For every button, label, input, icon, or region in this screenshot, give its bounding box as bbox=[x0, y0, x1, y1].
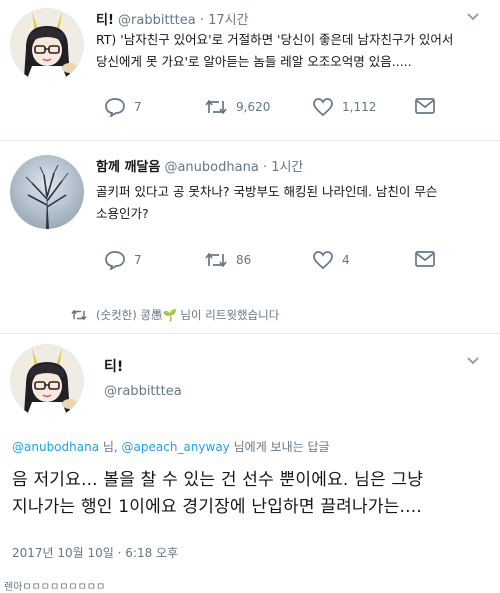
display-name[interactable]: 티! bbox=[96, 13, 114, 28]
tweet-actions: 7 86 4 bbox=[104, 250, 484, 274]
mention-link[interactable]: @apeach_anyway bbox=[122, 440, 230, 454]
reply-icon bbox=[105, 251, 125, 270]
dm-button[interactable] bbox=[414, 97, 436, 115]
dm-button[interactable] bbox=[414, 250, 436, 268]
time-ago[interactable]: · 17시간 bbox=[200, 13, 249, 28]
tweet-text-line: 음 저기요... 볼을 찰 수 있는 건 선수 뿐이에요. 님은 그냥 bbox=[12, 470, 424, 490]
main-tweet: 티! @rabbitttea @anubodhana 님, @apeach_an… bbox=[0, 334, 500, 593]
display-name[interactable]: 티! bbox=[104, 356, 123, 376]
retweet-button[interactable]: 86 bbox=[204, 250, 251, 270]
like-button[interactable]: 4 bbox=[312, 250, 350, 270]
handle[interactable]: @rabbitttea bbox=[104, 384, 182, 399]
timestamp[interactable]: 2017년 10월 10일 · 6:18 오후 bbox=[12, 544, 178, 561]
retweet-icon bbox=[205, 252, 227, 268]
handle[interactable]: @rabbitttea bbox=[118, 13, 196, 28]
anime-girl-avatar-icon bbox=[10, 8, 84, 82]
tweet-text-line: 골키퍼 있다고 공 못차나? 국방부도 해킹된 나라인데. 남친이 무슨 bbox=[96, 184, 438, 199]
tweet-text: RT) '남자친구 있어요'로 거절하면 '당신이 좋은데 남자친구가 있어서 … bbox=[96, 29, 491, 73]
heart-icon bbox=[313, 251, 333, 270]
envelope-icon bbox=[415, 251, 435, 267]
tweet-text: 골키퍼 있다고 공 못차나? 국방부도 해킹된 나라인데. 남친이 무슨 소용인… bbox=[96, 181, 491, 225]
tweet-rabbitttea: 티! @rabbitttea · 17시간 RT) '남자친구 있어요'로 거절… bbox=[0, 0, 500, 140]
envelope-icon bbox=[415, 98, 435, 114]
retweeted-by-note[interactable]: (숫컷한) 콩愚🌱 님이 리트윗했습니다 bbox=[70, 307, 279, 323]
retweet-count: 9,620 bbox=[236, 100, 271, 114]
anime-girl-avatar-icon bbox=[10, 344, 84, 418]
reply-sep: 님, bbox=[99, 440, 122, 454]
handle[interactable]: @anubodhana bbox=[164, 160, 258, 175]
tweet-actions: 7 9,620 1,112 bbox=[104, 97, 484, 121]
tweet-text-line: 지나가는 행인 1이에요 경기장에 난입하면 끌려나가는.... bbox=[12, 497, 422, 517]
mention-link[interactable]: @anubodhana bbox=[12, 440, 99, 454]
reply-count: 7 bbox=[134, 100, 142, 114]
heart-icon bbox=[313, 98, 333, 117]
reply-icon bbox=[105, 98, 125, 117]
tweet-text: 음 저기요... 볼을 찰 수 있는 건 선수 뿐이에요. 님은 그냥 지나가는… bbox=[12, 467, 492, 521]
retweet-count: 86 bbox=[236, 253, 252, 267]
retweet-button[interactable]: 9,620 bbox=[204, 97, 270, 117]
retweeted-by-text: (숫컷한) 콩愚🌱 님이 리트윗했습니다 bbox=[96, 308, 280, 322]
avatar[interactable] bbox=[10, 155, 84, 229]
tree-avatar-icon bbox=[10, 155, 84, 229]
tweet-header: 티! @rabbitttea · 17시간 bbox=[96, 9, 249, 28]
time-ago[interactable]: · 1시간 bbox=[263, 160, 303, 175]
reply-button[interactable]: 7 bbox=[104, 97, 142, 117]
avatar[interactable] bbox=[10, 8, 84, 82]
cropped-footer-text: 렌아ㅁㅁㅁㅁㅁㅁㅁㅁㅁ bbox=[4, 582, 106, 593]
retweet-icon bbox=[205, 99, 227, 115]
chevron-down-icon[interactable] bbox=[466, 356, 480, 366]
tweet-text-line: RT) '남자친구 있어요'로 거절하면 '당신이 좋은데 남자친구가 있어서 bbox=[96, 32, 454, 47]
like-button[interactable]: 1,112 bbox=[312, 97, 376, 117]
avatar[interactable] bbox=[10, 344, 84, 418]
tweet-header: 함께 깨달음 @anubodhana · 1시간 bbox=[96, 156, 303, 175]
tweet-anubodhana: 함께 깨달음 @anubodhana · 1시간 골키퍼 있다고 공 못차나? … bbox=[0, 141, 500, 290]
like-count: 1,112 bbox=[342, 100, 377, 114]
reply-button[interactable]: 7 bbox=[104, 250, 142, 270]
retweet-icon bbox=[71, 309, 87, 321]
like-count: 4 bbox=[342, 253, 350, 267]
reply-suffix: 님에게 보내는 답글 bbox=[229, 440, 330, 454]
display-name[interactable]: 함께 깨달음 bbox=[96, 160, 160, 175]
tweet-text-line: 당신에게 못 가요'로 알아듣는 놈들 레알 오조오억명 있음..... bbox=[96, 54, 412, 69]
reply-context: @anubodhana 님, @apeach_anyway 님에게 보내는 답글 bbox=[12, 438, 330, 455]
tweet-text-line: 소용인가? bbox=[96, 206, 149, 221]
reply-count: 7 bbox=[134, 253, 142, 267]
chevron-down-icon[interactable] bbox=[466, 12, 480, 22]
